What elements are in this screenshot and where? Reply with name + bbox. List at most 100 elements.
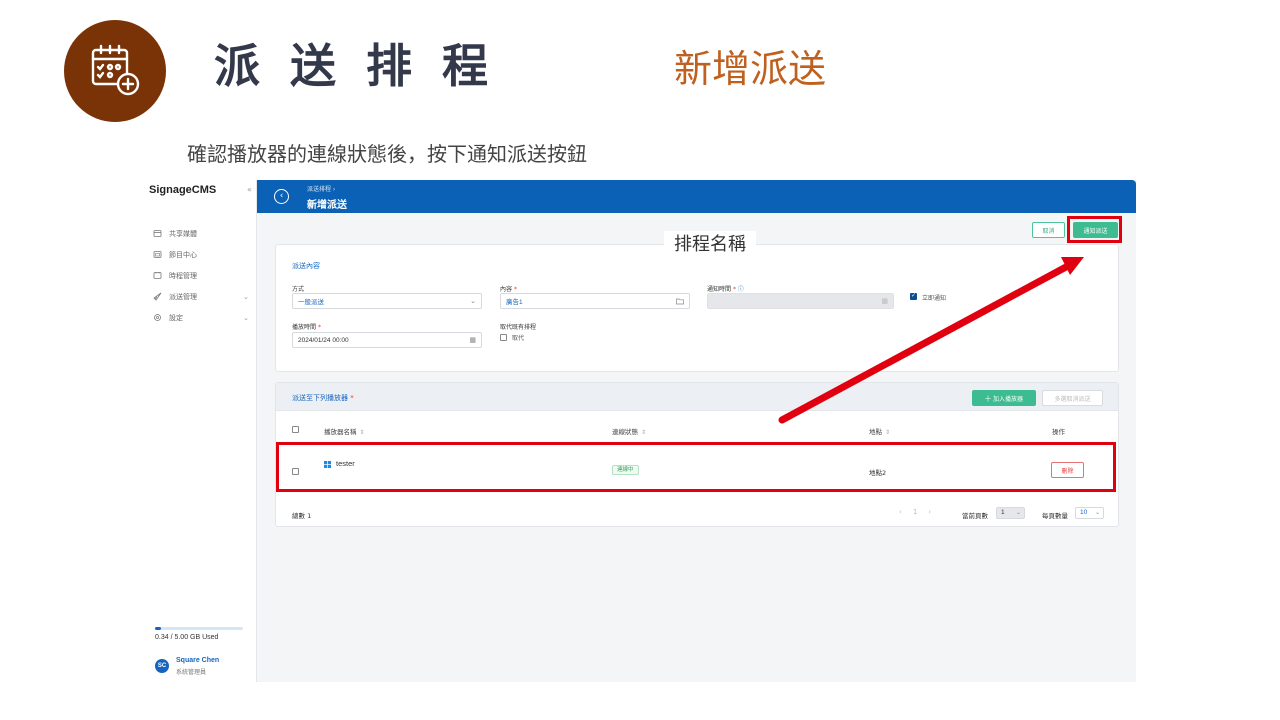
column-header-label: 連線狀態 xyxy=(612,428,638,436)
section-title: 派送至下列播放器 * xyxy=(292,393,354,403)
instruction-text: 確認播放器的連線狀態後，按下通知派送按鈕 xyxy=(187,142,587,166)
folder-icon xyxy=(676,297,684,307)
calendar-add-icon xyxy=(91,44,140,96)
schedule-icon xyxy=(153,271,162,280)
slide-subtitle: 新增派送 xyxy=(674,47,827,91)
content-input[interactable]: 廣告1 xyxy=(500,293,690,309)
page-size-label: 每頁數量 xyxy=(1042,512,1068,520)
collapse-sidebar-icon[interactable]: « xyxy=(247,185,252,194)
page-size-select[interactable]: 10 ⌄ xyxy=(1075,507,1104,519)
chevron-left-icon: ‹ xyxy=(279,191,284,201)
brand-logo[interactable]: SignageCMS xyxy=(149,184,216,196)
method-label: 方式 xyxy=(292,284,304,293)
required-mark: * xyxy=(513,286,517,293)
immediate-notify-label: 立即通知 xyxy=(922,295,947,302)
notify-button-highlight xyxy=(1067,216,1122,243)
notify-time-label: 通知時間 * ⓘ xyxy=(707,284,744,293)
prev-page-button[interactable]: ‹ xyxy=(899,508,902,516)
calendar-icon xyxy=(153,250,162,259)
chevron-down-icon: ⌄ xyxy=(470,298,476,305)
immediate-notify-checkbox[interactable] xyxy=(910,292,917,300)
sort-icon: ⇕ xyxy=(641,429,647,436)
sidebar-item-label: 設定 xyxy=(169,313,183,322)
sidebar-item-label: 共享媒體 xyxy=(169,229,197,238)
replace-option-label: 取代 xyxy=(512,335,525,342)
current-page-label: 當前頁數 xyxy=(962,512,988,520)
slide: 派 送 排 程 新增派送 確認播放器的連線狀態後，按下通知派送按鈕 Signag… xyxy=(0,0,1280,720)
column-header-location[interactable]: 地點 ⇕ xyxy=(869,426,890,436)
required-mark: * xyxy=(350,394,354,402)
players-panel-header: 派送至下列播放器 * 十 加入播放器 多選取消派送 xyxy=(276,383,1118,411)
cancel-button[interactable]: 取消 xyxy=(1032,222,1065,238)
avatar[interactable]: SC xyxy=(155,659,169,673)
column-header-label: 地點 xyxy=(869,428,882,436)
section-title: 派送內容 xyxy=(292,262,320,270)
sidebar-item-shared-media[interactable]: 共享媒體 xyxy=(153,223,249,244)
column-header-status[interactable]: 連線狀態 ⇕ xyxy=(612,426,646,436)
current-page-select[interactable]: 1 ⌄ xyxy=(996,507,1025,519)
required-mark: * xyxy=(317,324,321,331)
notify-time-input[interactable]: ▦ xyxy=(707,293,894,309)
next-page-button[interactable]: › xyxy=(928,508,931,516)
sidebar: SignageCMS « 共享媒體 節目中心 時程管理 派送管理 ⌄ 設定 ⌄ … xyxy=(143,180,257,682)
play-time-value: 2024/01/24 00:00 xyxy=(298,336,349,344)
storage-progress xyxy=(155,627,243,630)
back-button[interactable]: ‹ xyxy=(274,189,289,204)
page-number[interactable]: 1 xyxy=(913,508,917,516)
sidebar-nav: 共享媒體 節目中心 時程管理 派送管理 ⌄ 設定 ⌄ xyxy=(153,223,249,328)
column-header-label: 播放器名稱 xyxy=(324,428,357,436)
player-row-highlight xyxy=(276,442,1116,492)
chevron-down-icon: ⌄ xyxy=(243,313,249,322)
select-all-checkbox[interactable] xyxy=(292,426,299,433)
play-time-input[interactable]: 2024/01/24 00:00 ▦ xyxy=(292,332,482,348)
current-page-value: 1 xyxy=(1001,509,1005,516)
sidebar-item-label: 派送管理 xyxy=(169,292,197,301)
column-header-action: 操作 xyxy=(1052,428,1065,436)
required-mark: * xyxy=(732,286,736,293)
replace-checkbox[interactable] xyxy=(500,334,507,341)
section-title-text: 派送至下列播放器 xyxy=(292,394,348,402)
sidebar-item-label: 時程管理 xyxy=(169,271,197,280)
sidebar-item-program-center[interactable]: 節目中心 xyxy=(153,244,249,265)
sidebar-item-delivery[interactable]: 派送管理 ⌄ xyxy=(153,286,249,307)
chevron-down-icon: ⌄ xyxy=(1094,510,1100,516)
replace-label: 取代既有排程 xyxy=(500,324,537,331)
header-bar: ‹ 派送排程 › 新增派送 xyxy=(257,180,1136,213)
method-select[interactable]: 一般派送 ⌄ xyxy=(292,293,482,309)
content-label-text: 內容 xyxy=(500,286,513,293)
pagination: ‹ 1 › xyxy=(899,508,942,516)
callout-label: 排程名稱 xyxy=(664,231,756,259)
play-time-label-text: 播放時間 xyxy=(292,324,317,331)
user-role: 系統管理員 xyxy=(176,669,207,676)
user-name[interactable]: Square Chen xyxy=(176,657,219,664)
calendar-icon: ▦ xyxy=(881,298,888,305)
gear-icon xyxy=(153,313,162,322)
sort-icon: ⇕ xyxy=(885,429,891,436)
chevron-down-icon: ⌄ xyxy=(243,292,249,301)
content-value: 廣告1 xyxy=(506,299,523,306)
storage-text: 0.34 / 5.00 GB Used xyxy=(155,634,219,641)
slide-title: 派 送 排 程 xyxy=(214,39,496,93)
notify-time-label-text: 通知時間 xyxy=(707,286,732,293)
schedule-logo xyxy=(64,20,166,122)
sidebar-item-settings[interactable]: 設定 ⌄ xyxy=(153,307,249,328)
play-time-label: 播放時間 * xyxy=(292,322,321,331)
content-label: 內容 * xyxy=(500,284,517,293)
chevron-down-icon: ⌄ xyxy=(1015,510,1021,516)
method-value: 一般派送 xyxy=(298,299,324,306)
storage-progress-fill xyxy=(155,627,161,630)
app-screenshot: SignageCMS « 共享媒體 節目中心 時程管理 派送管理 ⌄ 設定 ⌄ … xyxy=(143,180,1136,682)
info-icon: ⓘ xyxy=(737,286,744,293)
breadcrumb[interactable]: 派送排程 › xyxy=(307,184,335,193)
batch-cancel-button[interactable]: 多選取消派送 xyxy=(1042,390,1103,406)
sidebar-item-schedule[interactable]: 時程管理 xyxy=(153,265,249,286)
add-player-button[interactable]: 十 加入播放器 xyxy=(972,390,1036,406)
sort-icon: ⇕ xyxy=(359,429,365,436)
delivery-content-panel: 派送內容 方式 一般派送 ⌄ 內容 * 廣告1 通知時間 * ⓘ ▦ 立即通知 … xyxy=(275,244,1119,372)
folder-icon xyxy=(153,229,162,238)
page-size-value: 10 xyxy=(1080,509,1088,516)
page-title: 新增派送 xyxy=(307,200,347,211)
total-count: 總數 1 xyxy=(292,512,312,520)
rocket-icon xyxy=(153,292,162,301)
column-header-name[interactable]: 播放器名稱 ⇕ xyxy=(324,426,365,436)
